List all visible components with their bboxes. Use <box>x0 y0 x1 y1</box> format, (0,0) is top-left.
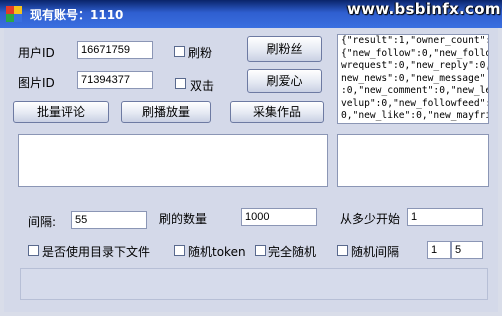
brush-fans-checkbox[interactable] <box>174 46 185 57</box>
brush-plays-button[interactable]: 刷播放量 <box>121 101 211 123</box>
log-textarea[interactable] <box>337 134 489 187</box>
batch-comment-button[interactable]: 批量评论 <box>13 101 109 123</box>
user-id-label: 用户ID <box>18 46 55 60</box>
app-icon <box>6 6 22 22</box>
brush-fans-label: 刷粉 <box>188 46 213 60</box>
random-token-label: 随机token <box>188 245 246 259</box>
image-id-label: 图片ID <box>18 76 55 90</box>
double-click-label: 双击 <box>190 79 215 93</box>
status-area <box>20 268 488 300</box>
response-line: velup":0,"new_followfeed": <box>341 97 489 109</box>
full-random-checkbox[interactable] <box>255 245 266 256</box>
full-random-label: 完全随机 <box>268 245 317 259</box>
random-interval-checkbox[interactable] <box>337 245 348 256</box>
brush-count-label: 刷的数量 <box>159 212 208 226</box>
image-id-input[interactable]: 71394377 <box>77 71 153 89</box>
window-title: 现有账号：1110 <box>30 8 124 22</box>
site-watermark: www.bsbinfx.com <box>347 0 501 18</box>
brush-fans-button[interactable]: 刷粉丝 <box>247 36 322 62</box>
random-token-checkbox[interactable] <box>174 245 185 256</box>
collect-works-button[interactable]: 采集作品 <box>230 101 324 123</box>
double-click-checkbox[interactable] <box>175 78 186 89</box>
response-line: {"new_follow":0,"new_follo <box>341 47 489 59</box>
use-subdir-checkbox[interactable] <box>28 245 39 256</box>
brush-count-input[interactable]: 1000 <box>241 208 317 226</box>
use-subdir-label: 是否使用目录下文件 <box>42 245 151 259</box>
start-from-label: 从多少开始 <box>340 212 401 226</box>
user-id-input[interactable]: 16671759 <box>77 41 153 59</box>
response-line: wrequest":0,"new_reply":0," <box>341 60 489 71</box>
random-max-input[interactable]: 5 <box>451 241 483 259</box>
interval-input[interactable]: 55 <box>71 211 147 229</box>
response-textarea[interactable]: {"result":1,"owner_count": {"new_follow"… <box>337 34 489 124</box>
interval-label: 间隔: <box>28 215 57 229</box>
response-line: 0,"new_like":0,"new_mayfri <box>341 110 489 121</box>
response-line: :0,"new_comment":0,"new_le <box>341 85 489 96</box>
random-min-input[interactable]: 1 <box>427 241 451 259</box>
comment-textarea[interactable] <box>18 134 328 187</box>
response-line: new_news":0,"new_message" <box>341 72 486 84</box>
random-interval-label: 随机间隔 <box>351 245 400 259</box>
start-from-input[interactable]: 1 <box>407 208 483 226</box>
response-line: {"result":1,"owner_count": <box>341 35 489 46</box>
brush-love-button[interactable]: 刷爱心 <box>247 69 322 93</box>
title-bar: 现有账号：1110 www.bsbinfx.com <box>0 0 502 28</box>
